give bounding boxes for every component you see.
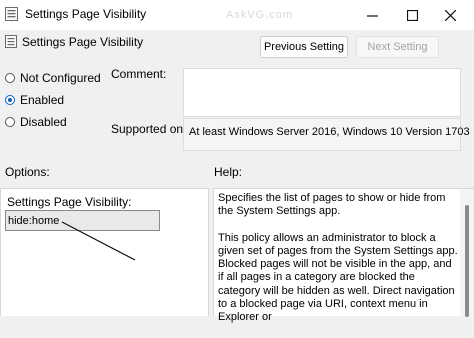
supported-on-value: At least Windows Server 2016, Windows 10… <box>189 126 470 138</box>
radio-circle-selected[interactable] <box>5 95 15 105</box>
supported-on-label: Supported on: <box>111 122 187 136</box>
settings-page-visibility-label: Settings Page Visibility: <box>7 195 132 209</box>
minimize-button[interactable] <box>360 4 384 26</box>
help-paragraph: This policy allows an administrator to b… <box>218 231 458 324</box>
minimize-icon <box>366 14 378 17</box>
help-scrollbar[interactable] <box>460 189 474 317</box>
supported-on-field: At least Windows Server 2016, Windows 10… <box>183 118 470 151</box>
radio-not-configured[interactable]: Not Configured <box>5 71 101 85</box>
setting-title: Settings Page Visibility <box>22 35 144 49</box>
close-button[interactable] <box>438 4 462 26</box>
maximize-icon <box>406 9 418 21</box>
policy-icon <box>5 35 17 48</box>
window-title: Settings Page Visibility <box>25 7 147 21</box>
close-icon <box>444 9 456 21</box>
radio-circle[interactable] <box>5 73 15 83</box>
radio-label: Not Configured <box>20 71 101 85</box>
watermark-text: AskVG.com <box>226 9 294 21</box>
comment-label: Comment: <box>111 67 167 81</box>
radio-enabled[interactable]: Enabled <box>5 93 64 107</box>
policy-icon <box>5 7 18 21</box>
radio-circle[interactable] <box>5 117 15 127</box>
maximize-button[interactable] <box>400 4 424 26</box>
comment-textarea[interactable] <box>183 68 461 117</box>
radio-label: Enabled <box>20 93 65 107</box>
annotation-arrow <box>61 221 136 261</box>
radio-disabled[interactable]: Disabled <box>5 115 67 129</box>
help-panel: Specifies the list of pages to show or h… <box>213 188 474 323</box>
help-label: Help: <box>214 165 243 179</box>
previous-setting-button[interactable]: Previous Setting <box>260 36 348 58</box>
help-paragraph: Specifies the list of pages to show or h… <box>218 192 446 218</box>
options-label: Options: <box>5 165 50 179</box>
scrollbar-thumb[interactable] <box>465 205 469 317</box>
radio-label: Disabled <box>20 115 67 129</box>
next-setting-button[interactable]: Next Setting <box>356 36 439 58</box>
